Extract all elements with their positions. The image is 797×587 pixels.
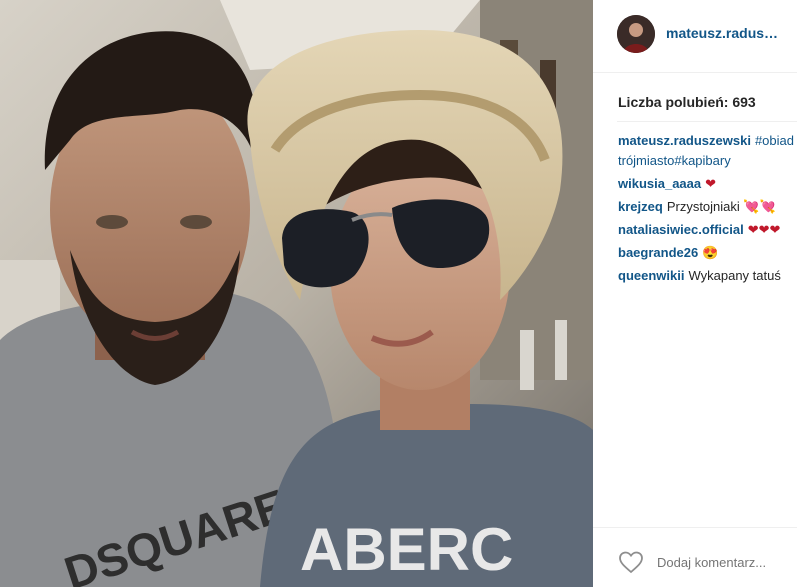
list-item: krejzeq Przystojniaki 💘💘 bbox=[618, 197, 797, 217]
comment-author-link[interactable]: nataliasiwiec.official bbox=[618, 222, 744, 237]
heart-eyes-emoji-icon: 😍 bbox=[702, 245, 719, 260]
heart-emoji-icon: ❤ bbox=[705, 176, 717, 191]
hashtag-link[interactable]: #obiad bbox=[755, 133, 794, 148]
like-heart-icon[interactable] bbox=[618, 550, 644, 574]
post-footer bbox=[593, 527, 797, 587]
hashtag-link[interactable]: trójmiasto#kapibary bbox=[618, 151, 797, 171]
post-author-link[interactable]: mateusz.radus… bbox=[666, 25, 778, 41]
comments-list: mateusz.raduszewski #obiad trójmiasto#kap… bbox=[618, 131, 797, 289]
list-item: wikusia_aaaa ❤ bbox=[618, 174, 797, 194]
list-item: baegrande26 😍 bbox=[618, 243, 797, 263]
post-header: mateusz.radus… bbox=[593, 0, 797, 73]
avatar-image bbox=[617, 15, 655, 53]
comment-text: Wykapany tatuś bbox=[688, 268, 781, 283]
add-comment-input[interactable] bbox=[657, 555, 777, 570]
list-item: nataliasiwiec.official ❤❤❤ bbox=[618, 220, 797, 240]
list-item: mateusz.raduszewski #obiad trójmiasto#kap… bbox=[618, 131, 797, 171]
post-sidebar: mateusz.radus… Liczba polubień: 693 mate… bbox=[593, 0, 797, 587]
comment-author-link[interactable]: wikusia_aaaa bbox=[618, 176, 701, 191]
comment-author-link[interactable]: baegrande26 bbox=[618, 245, 698, 260]
comment-author-link[interactable]: queenwikii bbox=[618, 268, 684, 283]
post-photo[interactable]: DSQUARE ABERC bbox=[0, 0, 593, 587]
comment-author-link[interactable]: mateusz.raduszewski bbox=[618, 133, 751, 148]
selfie-photo-image: DSQUARE ABERC bbox=[0, 0, 593, 587]
hearts-emoji-icon: ❤❤❤ bbox=[747, 222, 781, 237]
list-item: queenwikii Wykapany tatuś bbox=[618, 266, 797, 286]
avatar[interactable] bbox=[617, 15, 655, 53]
comment-author-link[interactable]: krejzeq bbox=[618, 199, 663, 214]
comment-text: Przystojniaki 💘💘 bbox=[666, 199, 776, 214]
divider bbox=[617, 121, 797, 122]
likes-count[interactable]: Liczba polubień: 693 bbox=[618, 94, 756, 110]
shirt-print-right: ABERC bbox=[300, 516, 513, 583]
